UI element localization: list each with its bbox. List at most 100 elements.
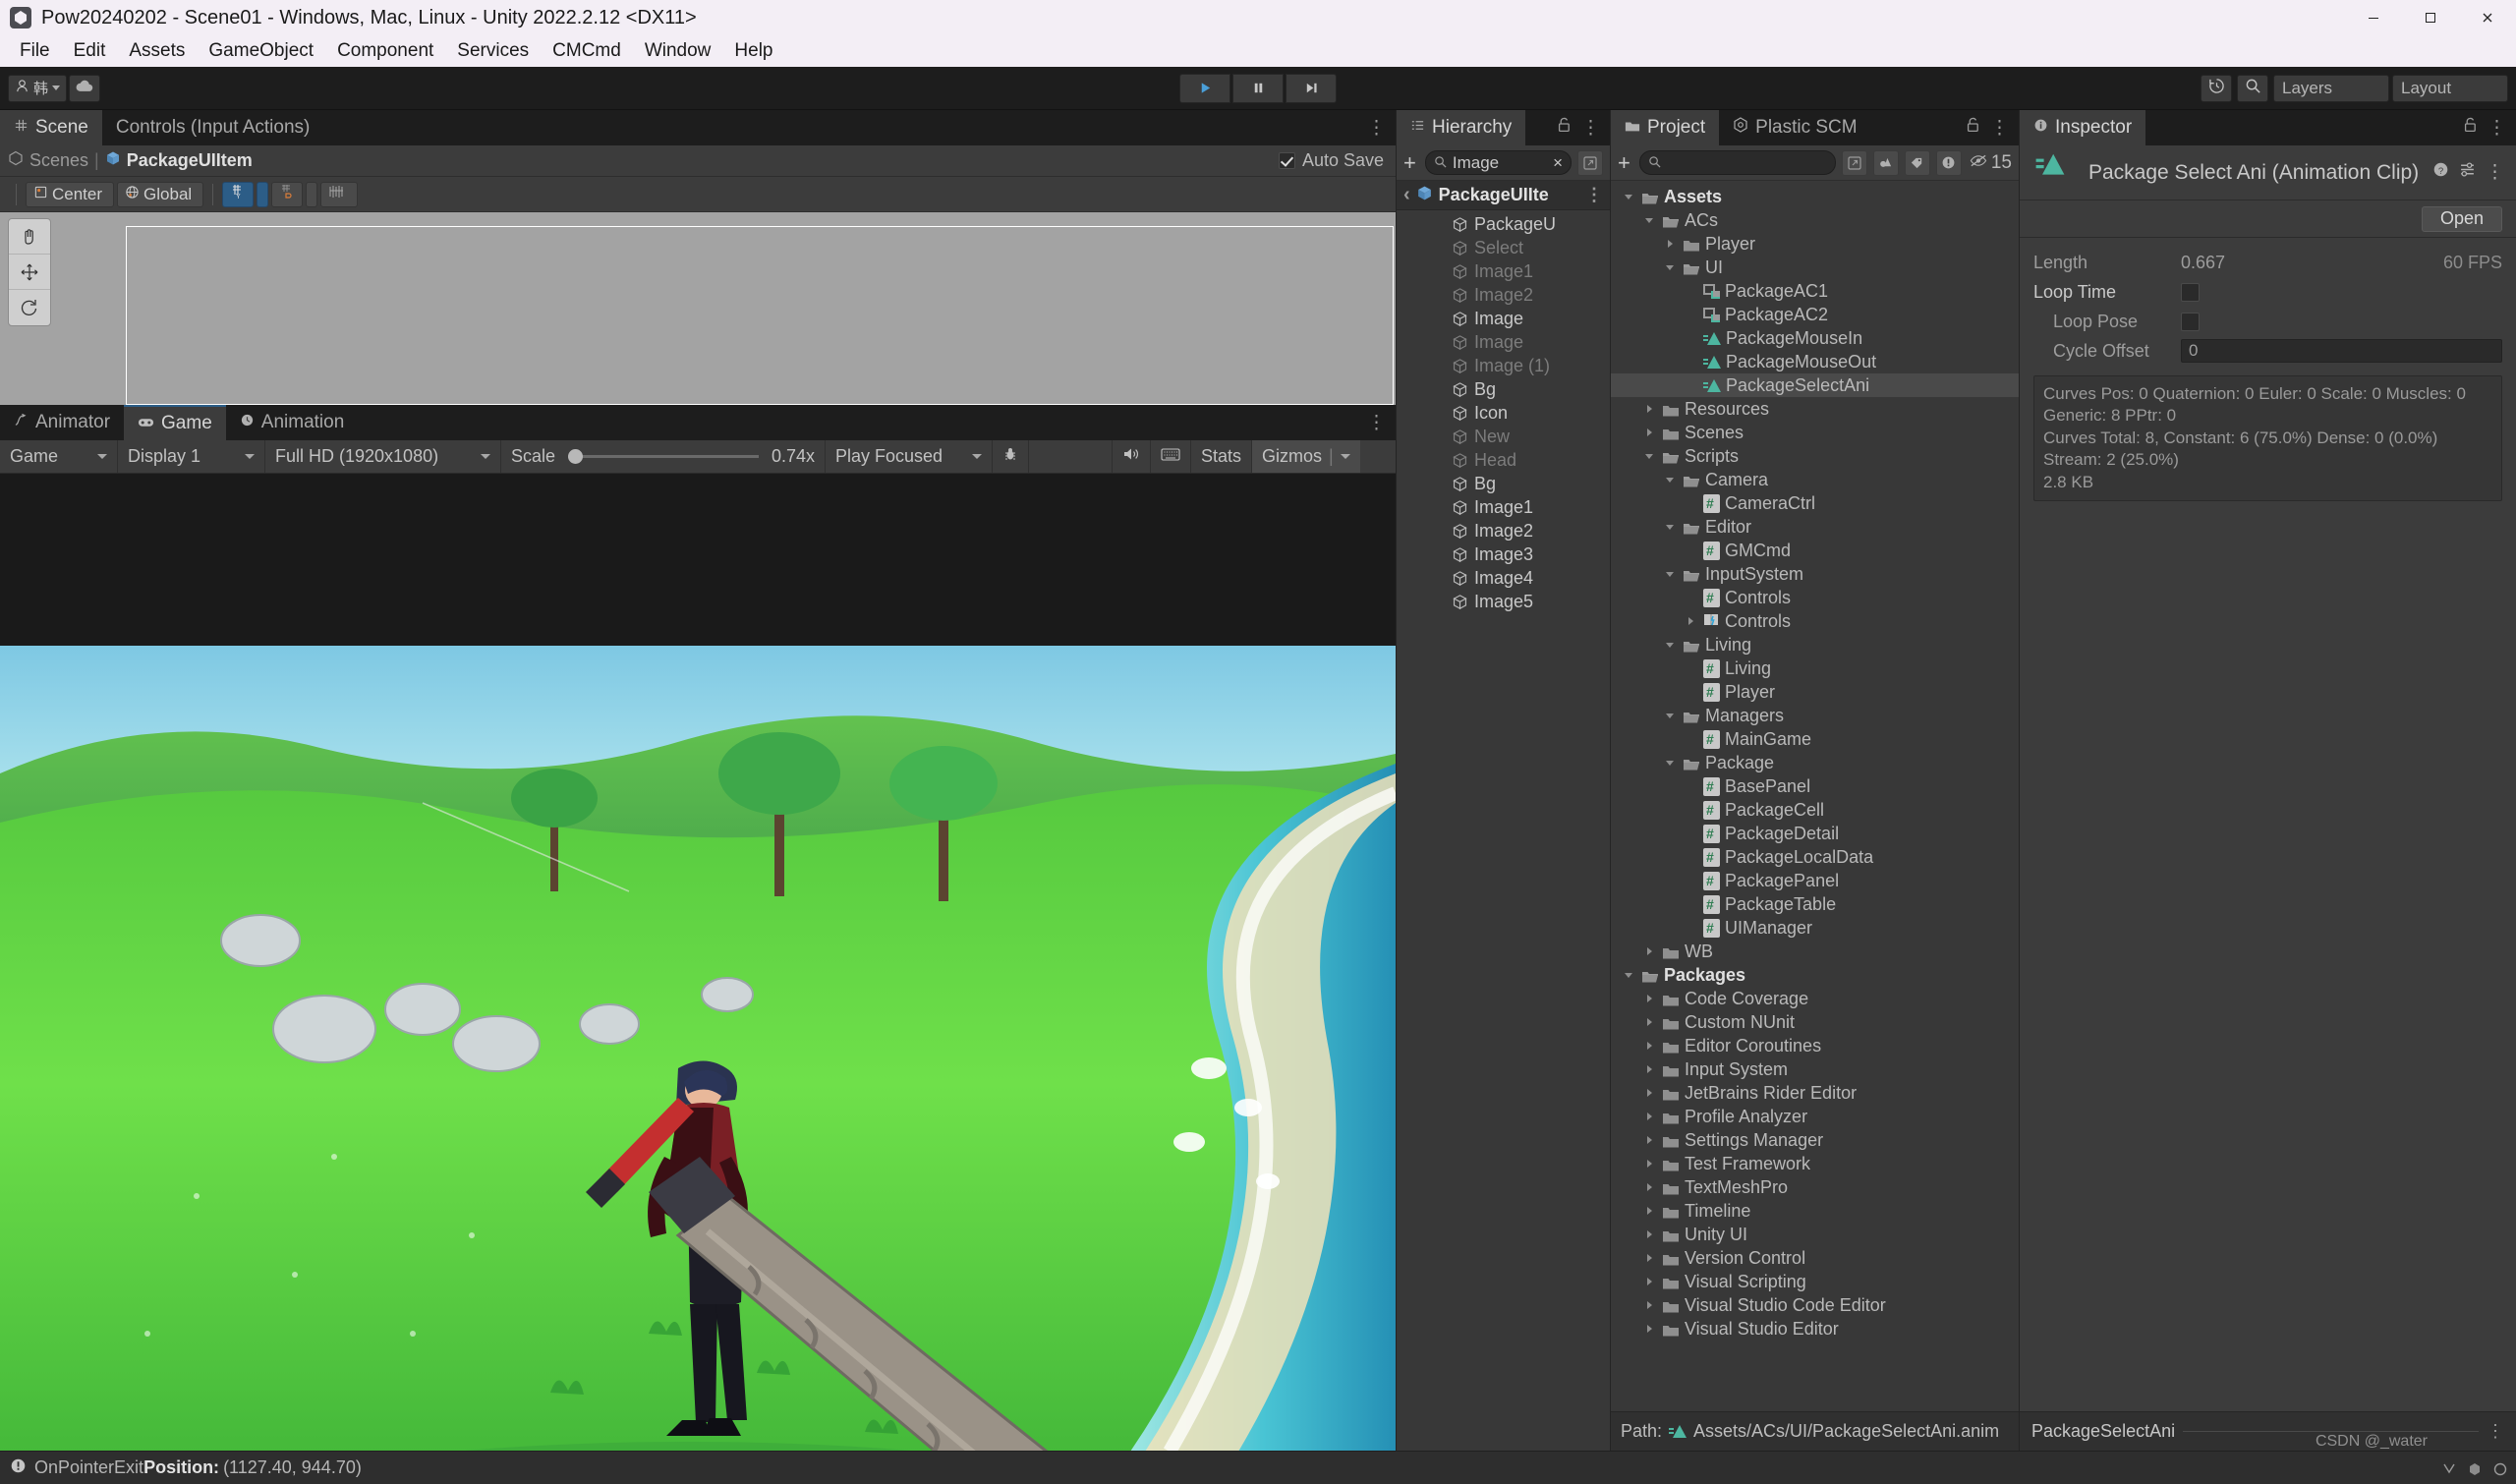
- hierarchy-tree[interactable]: PackageU Select Image1 Image2 Image Image Imag…: [1397, 210, 1610, 1451]
- tab-controls-input-actions[interactable]: Controls (Input Actions): [101, 110, 324, 145]
- maximize-button[interactable]: [2402, 0, 2459, 35]
- chevron-right-icon[interactable]: [1644, 1299, 1657, 1312]
- chevron-right-icon[interactable]: [1644, 1040, 1657, 1053]
- project-tree-item[interactable]: PackageAC1: [1611, 279, 2019, 303]
- chevron-right-icon[interactable]: [1644, 403, 1657, 416]
- display-dropdown[interactable]: Display 1: [118, 440, 265, 473]
- help-icon[interactable]: ?: [2432, 161, 2449, 184]
- project-tree-item[interactable]: PackageTable: [1611, 892, 2019, 916]
- hierarchy-item[interactable]: Image: [1397, 330, 1610, 354]
- tab-hierarchy[interactable]: Hierarchy: [1397, 110, 1526, 145]
- chevron-down-icon[interactable]: [1644, 214, 1657, 227]
- hierarchy-item[interactable]: PackageU: [1397, 212, 1610, 236]
- chevron-right-icon[interactable]: [1644, 1323, 1657, 1336]
- search-button[interactable]: [2237, 74, 2268, 102]
- chevron-right-icon[interactable]: [1644, 1181, 1657, 1194]
- menu-item-services[interactable]: Services: [445, 36, 541, 66]
- project-tree-item[interactable]: PackageMouseIn: [1611, 326, 2019, 350]
- console-errors-icon[interactable]: [1935, 149, 1962, 176]
- project-tree-item[interactable]: Timeline: [1611, 1199, 2019, 1223]
- loop-pose-checkbox[interactable]: [2181, 312, 2200, 331]
- project-tree-item[interactable]: Profile Analyzer: [1611, 1105, 2019, 1128]
- project-tree-item[interactable]: Visual Scripting: [1611, 1270, 2019, 1293]
- menu-item-cmcmd[interactable]: CMCmd: [541, 36, 633, 66]
- project-search-input[interactable]: [1638, 150, 1836, 175]
- project-tree-item[interactable]: Unity UI: [1611, 1223, 2019, 1246]
- clear-search-icon[interactable]: ×: [1553, 153, 1563, 173]
- chevron-right-icon[interactable]: [1644, 993, 1657, 1005]
- menu-item-help[interactable]: Help: [722, 36, 784, 66]
- minimize-button[interactable]: [2345, 0, 2402, 35]
- project-tree-item[interactable]: Assets: [1611, 185, 2019, 208]
- open-search-window-icon[interactable]: [1577, 149, 1603, 176]
- filter-by-label-icon[interactable]: [1904, 149, 1930, 176]
- chevron-down-icon[interactable]: [1665, 710, 1678, 722]
- hierarchy-breadcrumb[interactable]: ‹ PackageUIIte ⋮: [1397, 181, 1610, 210]
- play-mode-dropdown[interactable]: Play Focused: [826, 440, 993, 473]
- play-button[interactable]: [1179, 73, 1230, 103]
- chevron-right-icon[interactable]: [1644, 1134, 1657, 1147]
- chevron-down-icon[interactable]: [1665, 474, 1678, 486]
- project-tree-item[interactable]: PackageDetail: [1611, 822, 2019, 845]
- project-tree-item[interactable]: Controls: [1611, 586, 2019, 609]
- hierarchy-item[interactable]: Head: [1397, 448, 1610, 472]
- account-button[interactable]: 韩: [8, 74, 68, 102]
- snap-increment-button[interactable]: [271, 181, 304, 207]
- menu-item-window[interactable]: Window: [633, 36, 723, 66]
- hierarchy-item[interactable]: Image1: [1397, 495, 1610, 519]
- hierarchy-search-input[interactable]: Image ×: [1424, 150, 1572, 175]
- hidden-assets-indicator[interactable]: 15: [1970, 152, 2012, 174]
- project-tree-item[interactable]: Editor Coroutines: [1611, 1034, 2019, 1057]
- tab-animator[interactable]: Animator: [0, 405, 125, 440]
- breadcrumb-scenes[interactable]: Scenes: [29, 150, 88, 171]
- chevron-down-icon[interactable]: [1665, 261, 1678, 274]
- snap-dropdown[interactable]: [306, 181, 318, 207]
- debug-button[interactable]: [993, 440, 1029, 473]
- hierarchy-item[interactable]: Image: [1397, 307, 1610, 330]
- undo-history-button[interactable]: [2201, 74, 2232, 102]
- hierarchy-item[interactable]: Image3: [1397, 542, 1610, 566]
- hand-tool-icon[interactable]: [9, 219, 50, 255]
- chevron-down-icon[interactable]: [1665, 568, 1678, 581]
- kebab-menu-icon[interactable]: ⋮: [1367, 412, 1386, 434]
- kebab-menu-icon[interactable]: ⋮: [1990, 117, 2009, 140]
- open-search-window-icon[interactable]: [1841, 149, 1867, 176]
- kebab-menu-icon[interactable]: ⋮: [1581, 117, 1600, 140]
- chevron-down-icon[interactable]: [1665, 521, 1678, 534]
- move-tool-icon[interactable]: [9, 255, 50, 290]
- layers-dropdown[interactable]: Layers: [2273, 74, 2389, 102]
- chevron-down-icon[interactable]: [1624, 969, 1636, 982]
- project-tree-item[interactable]: PackageCell: [1611, 798, 2019, 822]
- project-tree-item[interactable]: Test Framework: [1611, 1152, 2019, 1175]
- mute-audio-button[interactable]: [1113, 440, 1151, 473]
- space-mode-button[interactable]: Global: [117, 181, 204, 207]
- lock-icon[interactable]: [1557, 117, 1572, 139]
- project-tree-item[interactable]: Version Control: [1611, 1246, 2019, 1270]
- chevron-right-icon[interactable]: [1644, 1111, 1657, 1123]
- hierarchy-item[interactable]: Bg: [1397, 472, 1610, 495]
- project-tree-item[interactable]: UI: [1611, 256, 2019, 279]
- tab-animation[interactable]: Animation: [225, 405, 359, 440]
- project-tree-item[interactable]: Packages: [1611, 963, 2019, 987]
- back-arrow-icon[interactable]: ‹: [1403, 184, 1410, 206]
- project-tree-item[interactable]: BasePanel: [1611, 774, 2019, 798]
- game-target-dropdown[interactable]: Game: [0, 440, 118, 473]
- menu-item-gameobject[interactable]: GameObject: [197, 36, 325, 66]
- close-button[interactable]: [2459, 0, 2516, 35]
- project-tree-item[interactable]: Settings Manager: [1611, 1128, 2019, 1152]
- hierarchy-item[interactable]: Image1: [1397, 259, 1610, 283]
- project-tree-item[interactable]: Resources: [1611, 397, 2019, 421]
- lock-icon[interactable]: [1966, 117, 1980, 139]
- scene-viewport[interactable]: ★★★★★ Lv.1: [0, 212, 1396, 405]
- chevron-right-icon[interactable]: [1644, 1252, 1657, 1265]
- chevron-down-icon[interactable]: [1665, 639, 1678, 652]
- gizmos-dropdown[interactable]: Gizmos |: [1252, 440, 1360, 473]
- grid-dropdown[interactable]: [257, 181, 269, 207]
- hierarchy-item[interactable]: Bg: [1397, 377, 1610, 401]
- project-tree-item[interactable]: UIManager: [1611, 916, 2019, 940]
- enter-playmode-button[interactable]: [1151, 440, 1191, 473]
- pause-button[interactable]: [1232, 73, 1284, 103]
- hierarchy-item[interactable]: Image2: [1397, 283, 1610, 307]
- menu-item-edit[interactable]: Edit: [62, 36, 118, 66]
- project-tree-item[interactable]: PackagePanel: [1611, 869, 2019, 892]
